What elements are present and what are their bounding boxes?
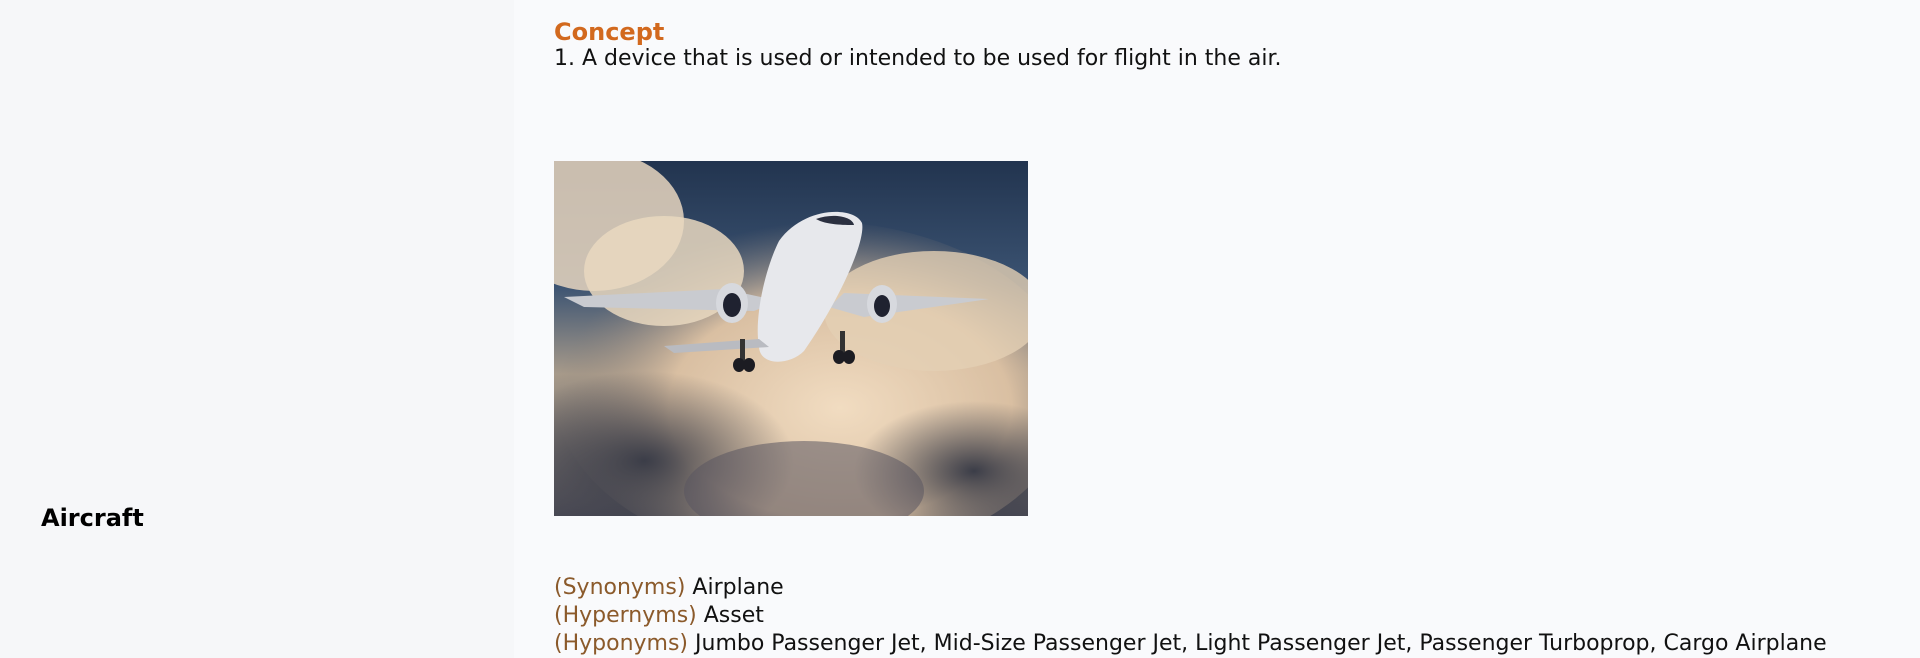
term-name: Aircraft: [41, 504, 144, 532]
glossary-row: Aircraft Concept 1. A device that is use…: [0, 0, 1920, 658]
hypernyms-line: (Hypernyms) Asset: [554, 602, 1827, 630]
hyponyms-line: (Hyponyms) Jumbo Passenger Jet, Mid-Size…: [554, 630, 1827, 658]
synonyms-value: Airplane: [692, 575, 784, 600]
synonyms-label: (Synonyms): [554, 575, 686, 600]
concept-definition: 1. A device that is used or intended to …: [554, 46, 1282, 71]
aircraft-photo: [554, 161, 1028, 516]
hypernyms-value: Asset: [703, 603, 764, 628]
concept-heading: Concept: [554, 18, 665, 46]
relations-list: (Synonyms) Airplane (Hypernyms) Asset (H…: [554, 574, 1827, 658]
hyponyms-label: (Hyponyms): [554, 631, 689, 656]
hyponyms-value: Jumbo Passenger Jet, Mid-Size Passenger …: [695, 631, 1827, 656]
detail-cell: Concept 1. A device that is used or inte…: [514, 0, 1920, 658]
hypernyms-label: (Hypernyms): [554, 603, 697, 628]
term-cell: Aircraft: [0, 0, 514, 658]
synonyms-line: (Synonyms) Airplane: [554, 574, 1827, 602]
